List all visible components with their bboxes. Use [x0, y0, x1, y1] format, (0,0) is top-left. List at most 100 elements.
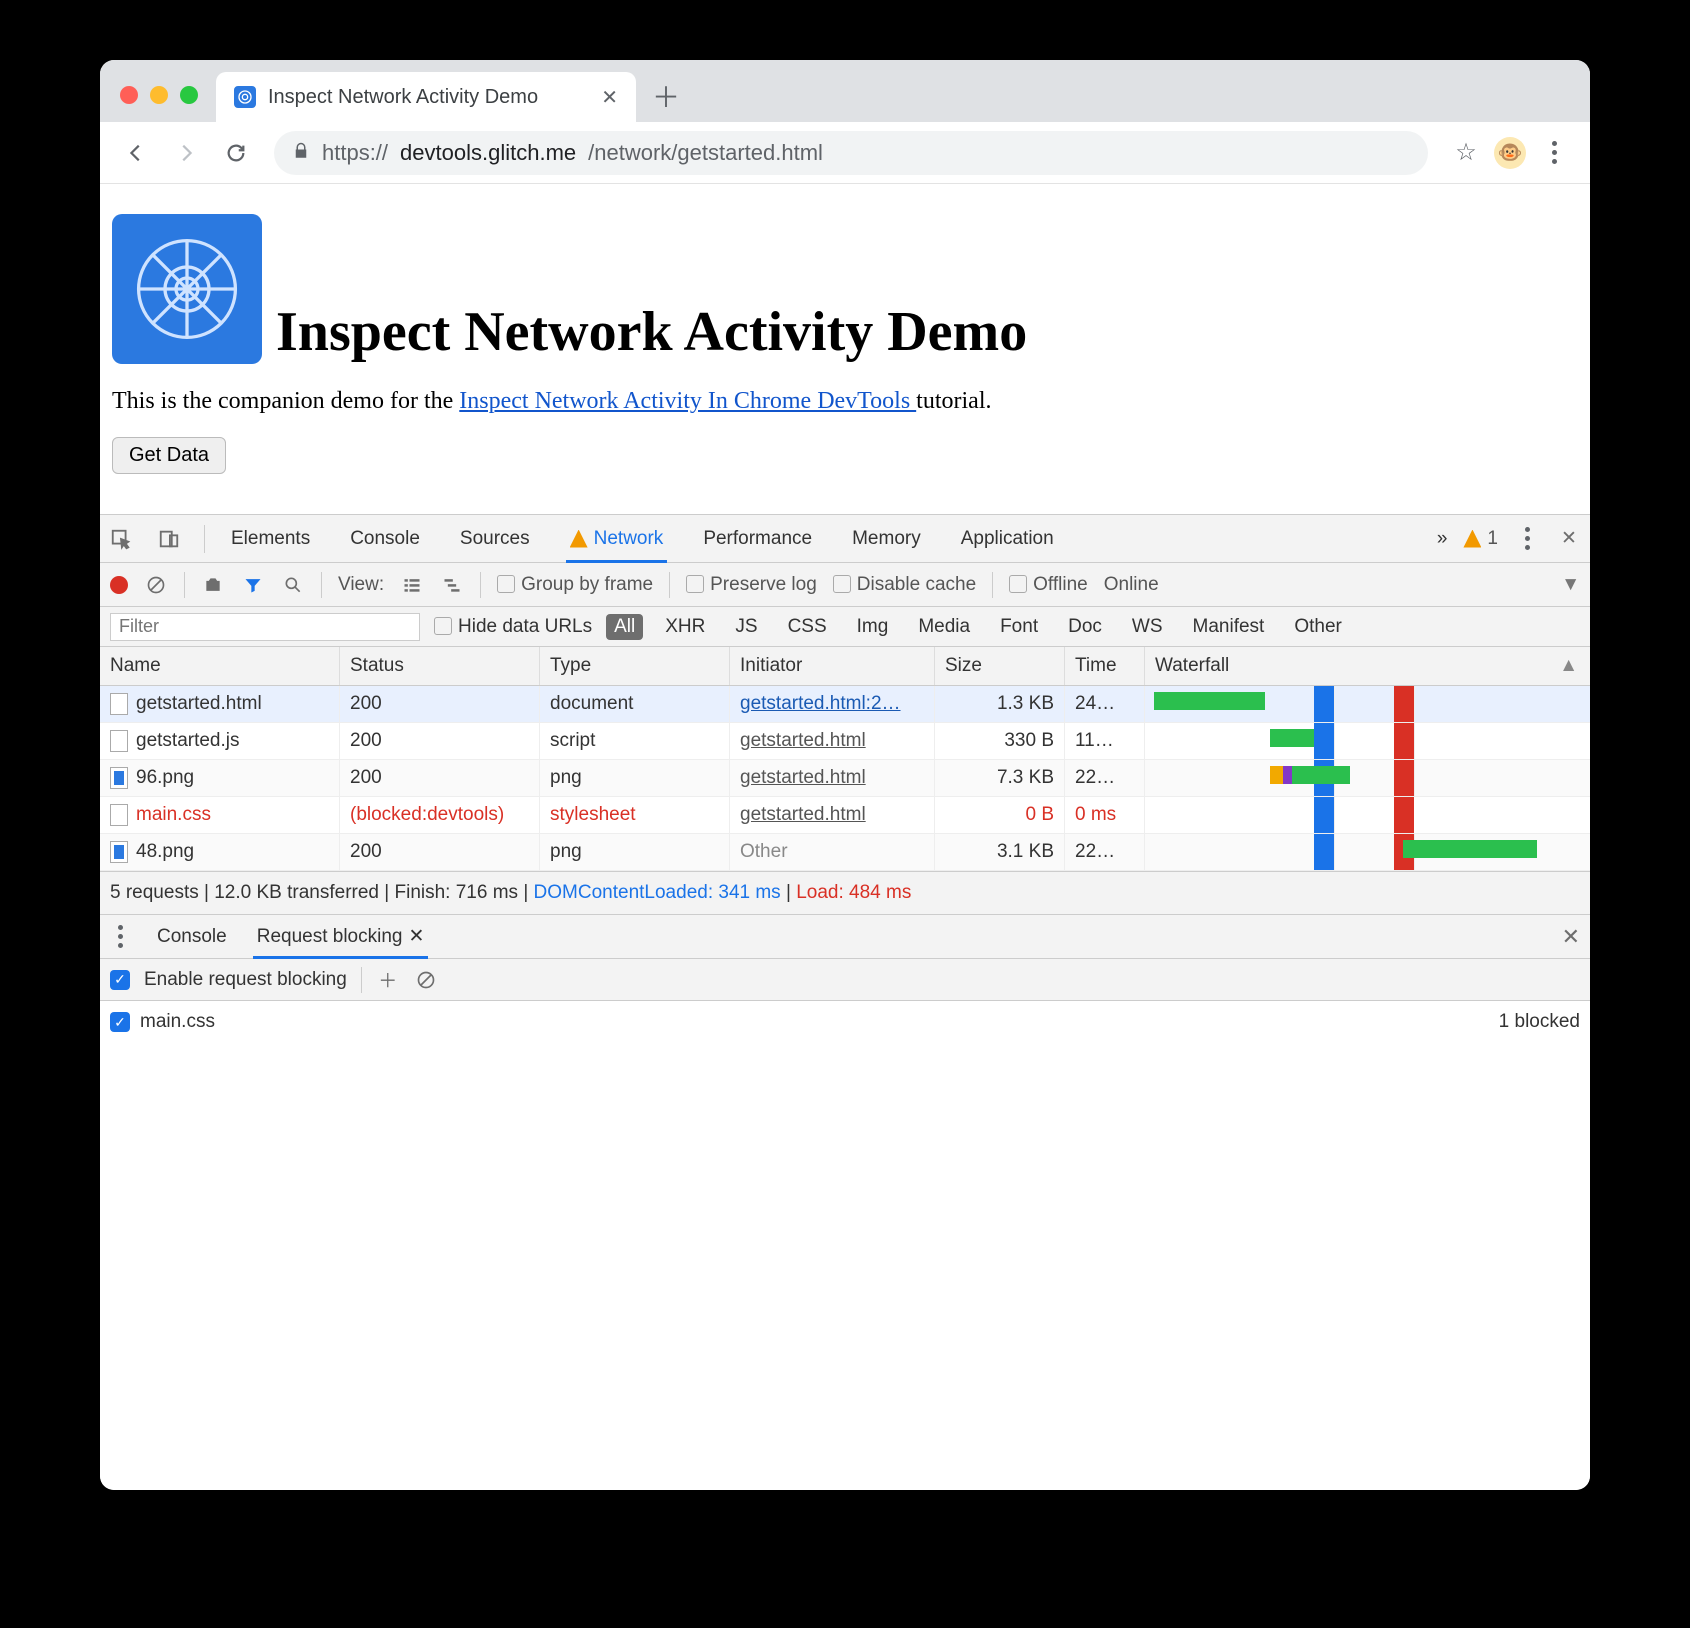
back-button[interactable]: [114, 131, 158, 175]
get-data-button[interactable]: Get Data: [112, 437, 226, 474]
request-status: 200: [340, 686, 540, 722]
close-window-button[interactable]: [120, 86, 138, 104]
filter-type-font[interactable]: Font: [992, 614, 1046, 640]
filter-type-manifest[interactable]: Manifest: [1185, 614, 1273, 640]
file-icon: [110, 767, 128, 789]
enable-blocking-label: Enable request blocking: [144, 969, 347, 991]
request-type: png: [540, 834, 730, 870]
initiator-link[interactable]: getstarted.html: [740, 730, 866, 751]
throttling-dropdown[interactable]: ▼: [1561, 574, 1580, 596]
request-time: 24…: [1065, 686, 1145, 722]
add-pattern-button[interactable]: ＋: [376, 966, 400, 993]
network-row[interactable]: 48.png200pngOther3.1 KB22…: [100, 834, 1590, 871]
search-icon[interactable]: [281, 575, 305, 595]
group-by-frame-checkbox[interactable]: Group by frame: [497, 574, 653, 596]
more-tabs-button[interactable]: »: [1437, 528, 1448, 550]
request-size: 1.3 KB: [935, 686, 1065, 722]
devtools-tabs: Elements Console Sources Network Performance…: [100, 515, 1590, 563]
filter-type-css[interactable]: CSS: [780, 614, 835, 640]
list-view-icon[interactable]: [400, 575, 424, 595]
waterfall-view-icon[interactable]: [440, 575, 464, 595]
drawer-tab-console[interactable]: Console: [153, 915, 231, 958]
filter-type-img[interactable]: Img: [849, 614, 897, 640]
network-row[interactable]: main.css(blocked:devtools)stylesheetgets…: [100, 797, 1590, 834]
network-row[interactable]: getstarted.js200scriptgetstarted.html330…: [100, 723, 1590, 760]
window-controls: [120, 86, 198, 104]
offline-checkbox[interactable]: Offline: [1009, 574, 1088, 596]
drawer-tabs: Console Request blocking ✕ ✕: [100, 915, 1590, 959]
minimize-window-button[interactable]: [150, 86, 168, 104]
remove-all-patterns-button[interactable]: [414, 970, 438, 990]
column-header-status[interactable]: Status: [340, 647, 540, 685]
request-initiator: getstarted.html: [730, 760, 935, 796]
inspect-element-icon[interactable]: [108, 526, 134, 552]
network-row[interactable]: getstarted.html200documentgetstarted.htm…: [100, 686, 1590, 723]
network-row[interactable]: 96.png200pnggetstarted.html7.3 KB22…: [100, 760, 1590, 797]
browser-tab[interactable]: Inspect Network Activity Demo ✕: [216, 72, 636, 122]
record-button[interactable]: [110, 576, 128, 594]
fullscreen-window-button[interactable]: [180, 86, 198, 104]
filter-type-ws[interactable]: WS: [1124, 614, 1171, 640]
enable-blocking-checkbox[interactable]: ✓: [110, 970, 130, 990]
tutorial-link[interactable]: Inspect Network Activity In Chrome DevTo…: [459, 388, 916, 414]
capture-screenshots-icon[interactable]: [201, 575, 225, 595]
column-header-name[interactable]: Name: [100, 647, 340, 685]
request-type: png: [540, 760, 730, 796]
initiator-link[interactable]: getstarted.html: [740, 767, 866, 788]
preserve-log-checkbox[interactable]: Preserve log: [686, 574, 817, 596]
profile-avatar[interactable]: 🐵: [1494, 137, 1526, 169]
network-summary: 5 requests | 12.0 KB transferred | Finis…: [100, 872, 1590, 915]
column-header-initiator[interactable]: Initiator: [730, 647, 935, 685]
devtools-tab-performance[interactable]: Performance: [699, 515, 816, 562]
clear-button[interactable]: [144, 575, 168, 595]
browser-menu-button[interactable]: [1532, 131, 1576, 175]
page-heading: Inspect Network Activity Demo: [276, 300, 1027, 364]
address-bar[interactable]: https://devtools.glitch.me/network/getst…: [274, 131, 1428, 175]
request-initiator: getstarted.html:2…: [730, 686, 935, 722]
filter-input[interactable]: [110, 613, 420, 641]
initiator-link[interactable]: getstarted.html: [740, 804, 866, 825]
bookmark-button[interactable]: ☆: [1444, 131, 1488, 175]
initiator-link[interactable]: getstarted.html:2…: [740, 693, 901, 714]
filter-type-media[interactable]: Media: [910, 614, 978, 640]
filter-type-other[interactable]: Other: [1286, 614, 1350, 640]
hide-data-urls-checkbox[interactable]: Hide data URLs: [434, 616, 592, 638]
request-size: 7.3 KB: [935, 760, 1065, 796]
new-tab-button[interactable]: ＋: [644, 74, 688, 118]
forward-button[interactable]: [164, 131, 208, 175]
devtools-tab-elements[interactable]: Elements: [227, 515, 314, 562]
online-label[interactable]: Online: [1104, 574, 1159, 596]
devtools-tab-console[interactable]: Console: [346, 515, 424, 562]
device-toolbar-icon[interactable]: [156, 526, 182, 552]
network-table: NameStatusTypeInitiatorSizeTimeWaterfall…: [100, 647, 1590, 872]
pattern-checkbox[interactable]: ✓: [110, 1012, 130, 1032]
filter-type-doc[interactable]: Doc: [1060, 614, 1110, 640]
filter-type-xhr[interactable]: XHR: [657, 614, 713, 640]
drawer-tab-request-blocking[interactable]: Request blocking ✕: [253, 915, 429, 958]
devtools-tab-memory[interactable]: Memory: [848, 515, 925, 562]
filter-toggle-icon[interactable]: [241, 575, 265, 595]
filter-type-js[interactable]: JS: [727, 614, 765, 640]
drawer-menu-button[interactable]: [110, 917, 131, 956]
devtools-tab-network[interactable]: Network: [566, 515, 668, 562]
devtools-menu-button[interactable]: [1514, 526, 1540, 552]
close-devtools-button[interactable]: ✕: [1556, 526, 1582, 552]
column-header-waterfall[interactable]: Waterfall▲: [1145, 647, 1590, 685]
devtools-tab-sources[interactable]: Sources: [456, 515, 534, 562]
close-tab-button[interactable]: ✕: [601, 85, 618, 110]
close-drawer-tab-icon[interactable]: ✕: [408, 925, 424, 948]
page-intro: This is the companion demo for the Inspe…: [112, 388, 1578, 415]
file-icon: [110, 693, 128, 715]
request-status: 200: [340, 834, 540, 870]
disable-cache-checkbox[interactable]: Disable cache: [833, 574, 976, 596]
reload-button[interactable]: [214, 131, 258, 175]
devtools-tab-application[interactable]: Application: [957, 515, 1058, 562]
warnings-badge[interactable]: 1: [1463, 528, 1498, 550]
filter-type-all[interactable]: All: [606, 614, 643, 640]
close-drawer-button[interactable]: ✕: [1562, 924, 1580, 950]
column-header-type[interactable]: Type: [540, 647, 730, 685]
request-type: stylesheet: [540, 797, 730, 833]
column-header-time[interactable]: Time: [1065, 647, 1145, 685]
column-header-size[interactable]: Size: [935, 647, 1065, 685]
blocking-pattern-row[interactable]: ✓ main.css 1 blocked: [110, 1011, 1580, 1033]
